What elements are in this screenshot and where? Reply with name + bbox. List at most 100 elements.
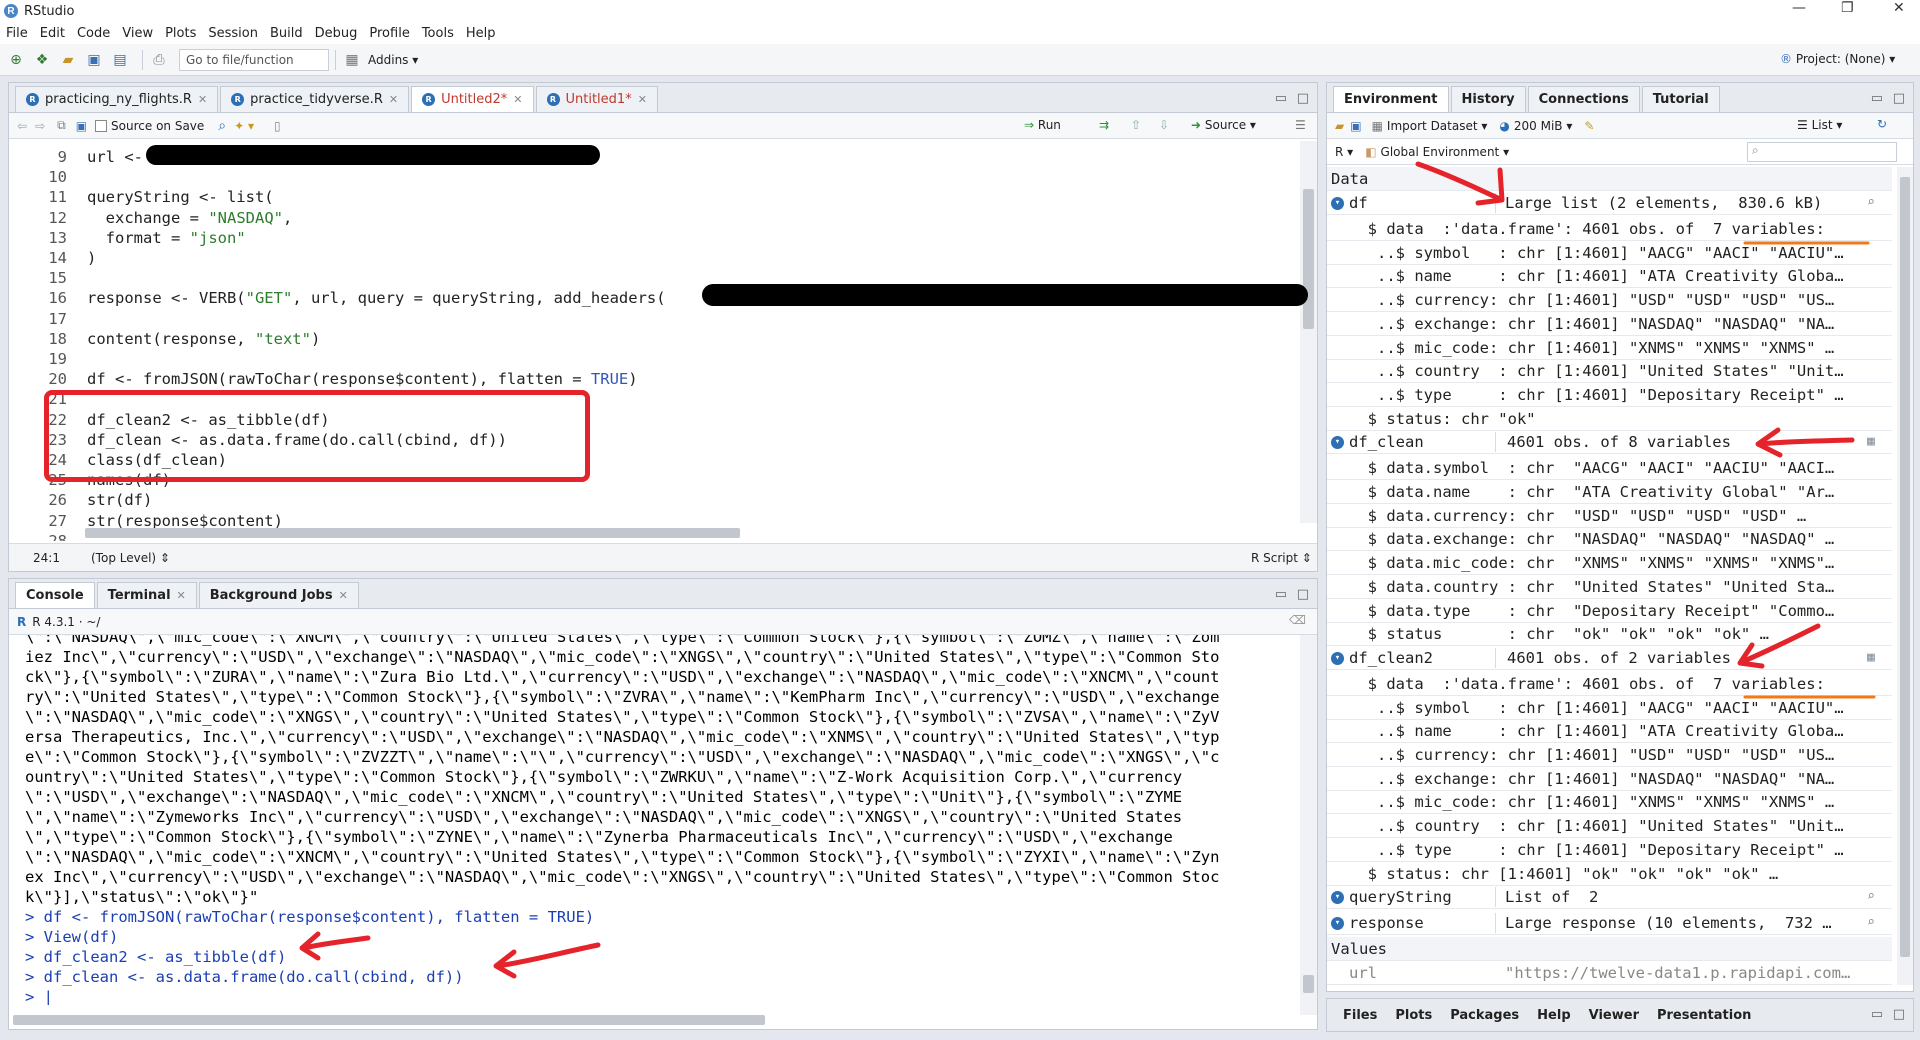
memory-usage[interactable]: 200 MiB ▾ xyxy=(1514,119,1572,133)
load-workspace-icon[interactable]: ▰ xyxy=(1335,119,1344,133)
new-project-icon[interactable]: ❖ xyxy=(32,51,52,69)
addins-menu[interactable]: Addins ▾ xyxy=(368,53,418,67)
close-tab-icon[interactable]: ✕ xyxy=(198,93,207,106)
close-tab-icon[interactable]: ✕ xyxy=(513,93,522,106)
menu-plots[interactable]: Plots xyxy=(165,26,196,41)
save-icon[interactable]: ▣ xyxy=(84,51,104,69)
files-pane-tab[interactable]: Packages xyxy=(1450,1008,1519,1023)
console-tab[interactable]: Console xyxy=(15,582,95,608)
environment-tab[interactable]: Connections xyxy=(1527,86,1640,112)
object-name[interactable]: response xyxy=(1349,911,1424,935)
pane-maximize-icon[interactable]: □ xyxy=(1893,91,1905,106)
menu-tools[interactable]: Tools xyxy=(422,26,454,41)
menu-debug[interactable]: Debug xyxy=(315,26,358,41)
environment-value-row[interactable]: url "https://twelve-data1.p.rapidapi.com… xyxy=(1327,961,1892,985)
environment-object-row[interactable]: ▾ df Large list (2 elements, 830.6 kB) ⌕ xyxy=(1327,191,1892,215)
pane-maximize-icon[interactable]: □ xyxy=(1297,587,1309,602)
save-all-icon[interactable]: ▤ xyxy=(110,51,130,69)
import-dataset-button[interactable]: Import Dataset ▾ xyxy=(1387,119,1487,133)
expand-icon[interactable]: ▾ xyxy=(1331,917,1344,931)
object-name[interactable]: df xyxy=(1349,191,1368,215)
files-pane-tab[interactable]: Files xyxy=(1343,1008,1377,1023)
open-folder-icon[interactable]: ▰ xyxy=(58,51,78,69)
menu-help[interactable]: Help xyxy=(466,26,496,41)
close-tab-icon[interactable]: ✕ xyxy=(177,589,186,602)
project-menu[interactable]: ® Project: (None) ▾ xyxy=(1780,52,1895,66)
environment-tab[interactable]: History xyxy=(1450,86,1526,112)
new-file-icon[interactable]: ⊕ xyxy=(6,51,26,69)
files-pane-tab[interactable]: Viewer xyxy=(1589,1008,1639,1023)
environment-object-row[interactable]: ▾ df_clean2 4601 obs. of 2 variables ▦ xyxy=(1327,646,1892,670)
editor-horizontal-scrollbar[interactable] xyxy=(85,528,740,538)
forward-arrow-icon[interactable]: ⇨ xyxy=(35,119,45,133)
menu-code[interactable]: Code xyxy=(77,26,110,41)
close-icon[interactable]: ✕ xyxy=(1893,0,1905,16)
environment-tab[interactable]: Tutorial xyxy=(1641,86,1720,112)
object-name[interactable]: df_clean xyxy=(1349,430,1424,454)
console-scroll-thumb[interactable] xyxy=(1303,975,1314,993)
environment-object-row[interactable]: ▾ response Large response (10 elements, 73… xyxy=(1327,911,1892,936)
pane-maximize-icon[interactable]: □ xyxy=(1297,91,1309,106)
rerun-icon[interactable]: ⇉ xyxy=(1099,118,1109,132)
files-pane-tab[interactable]: Plots xyxy=(1395,1008,1432,1023)
outline-icon[interactable]: ☰ xyxy=(1295,118,1306,132)
object-name[interactable]: df_clean2 xyxy=(1349,646,1433,670)
console-tab[interactable]: Background Jobs ✕ xyxy=(198,582,359,608)
save-workspace-icon[interactable]: ▣ xyxy=(1350,119,1361,133)
search-icon[interactable]: ⌕ xyxy=(1867,885,1875,909)
environment-vertical-scrollbar[interactable] xyxy=(1897,167,1913,985)
pane-minimize-icon[interactable]: ▭ xyxy=(1275,587,1287,602)
run-button[interactable]: ⇒ Run xyxy=(1024,118,1061,132)
search-icon[interactable]: ⌕ xyxy=(218,118,226,134)
up-arrow-icon[interactable]: ⇧ xyxy=(1131,118,1141,132)
expand-icon[interactable]: ▾ xyxy=(1331,891,1344,905)
scope-dropdown[interactable]: Global Environment ▾ xyxy=(1381,145,1510,159)
editor-tab[interactable]: Rpracticing_ny_flights.R ✕ xyxy=(15,86,219,112)
down-arrow-icon[interactable]: ⇩ xyxy=(1159,118,1169,132)
maximize-icon[interactable]: ❐ xyxy=(1841,0,1854,16)
menu-edit[interactable]: Edit xyxy=(40,26,65,41)
expand-icon[interactable]: ▾ xyxy=(1331,436,1344,450)
pane-maximize-icon[interactable]: □ xyxy=(1893,1007,1905,1022)
scope-selector[interactable]: (Top Level) ⇕ xyxy=(91,551,170,565)
close-tab-icon[interactable]: ✕ xyxy=(389,93,398,106)
files-pane-tab[interactable]: Presentation xyxy=(1657,1008,1751,1023)
grid-icon[interactable]: ▦ xyxy=(1867,646,1875,670)
expand-icon[interactable]: ▾ xyxy=(1331,651,1344,665)
save-file-icon[interactable]: ▣ xyxy=(76,119,87,133)
close-tab-icon[interactable]: ✕ xyxy=(339,589,348,602)
editor-scroll-thumb[interactable] xyxy=(1303,189,1314,329)
editor-tab[interactable]: R Untitled1* ✕ xyxy=(535,86,658,112)
minimize-icon[interactable]: — xyxy=(1792,0,1806,16)
environment-object-row[interactable]: ▾ queryString List of 2 ⌕ xyxy=(1327,885,1892,910)
expand-icon[interactable]: ▾ xyxy=(1331,197,1344,210)
pane-minimize-icon[interactable]: ▭ xyxy=(1871,91,1883,106)
menu-session[interactable]: Session xyxy=(208,26,258,41)
source-on-save-checkbox[interactable] xyxy=(95,119,108,132)
clear-objects-icon[interactable]: ✎ xyxy=(1584,119,1594,133)
console-tab[interactable]: Terminal ✕ xyxy=(96,582,197,608)
grid-layout-icon[interactable]: ▦ xyxy=(342,51,362,69)
environment-object-row[interactable]: ▾ df_clean 4601 obs. of 8 variables ▦ xyxy=(1327,430,1892,455)
pane-restore-icon[interactable]: ▭ xyxy=(1871,1007,1883,1022)
pane-minimize-icon[interactable]: ▭ xyxy=(1275,91,1287,106)
clear-console-icon[interactable]: ⌫ xyxy=(1289,613,1306,627)
console-horizontal-scrollbar[interactable] xyxy=(13,1015,765,1025)
code-tools-icon[interactable]: ✦ ▾ xyxy=(234,119,254,133)
search-icon[interactable]: ⌕ xyxy=(1867,191,1875,215)
grid-icon[interactable]: ▦ xyxy=(1867,430,1875,454)
goto-file-input[interactable]: Go to file/function xyxy=(179,48,329,71)
refresh-icon[interactable]: ↻ xyxy=(1877,117,1887,131)
filetype-selector[interactable]: R Script ⇕ xyxy=(1251,551,1312,565)
menu-file[interactable]: File xyxy=(6,26,28,41)
menu-profile[interactable]: Profile xyxy=(369,26,409,41)
search-icon[interactable]: ⌕ xyxy=(1867,911,1875,935)
editor-tab[interactable]: R Untitled2* ✕ xyxy=(411,86,534,112)
editor-vertical-scrollbar[interactable] xyxy=(1300,141,1317,523)
show-in-window-icon[interactable]: ⧉ xyxy=(57,118,66,133)
compile-report-icon[interactable]: ▯ xyxy=(274,119,281,133)
print-icon[interactable]: ⎙ xyxy=(149,51,169,69)
menu-view[interactable]: View xyxy=(122,26,153,41)
close-tab-icon[interactable]: ✕ xyxy=(638,93,647,106)
files-pane-tab[interactable]: Help xyxy=(1537,1008,1570,1023)
